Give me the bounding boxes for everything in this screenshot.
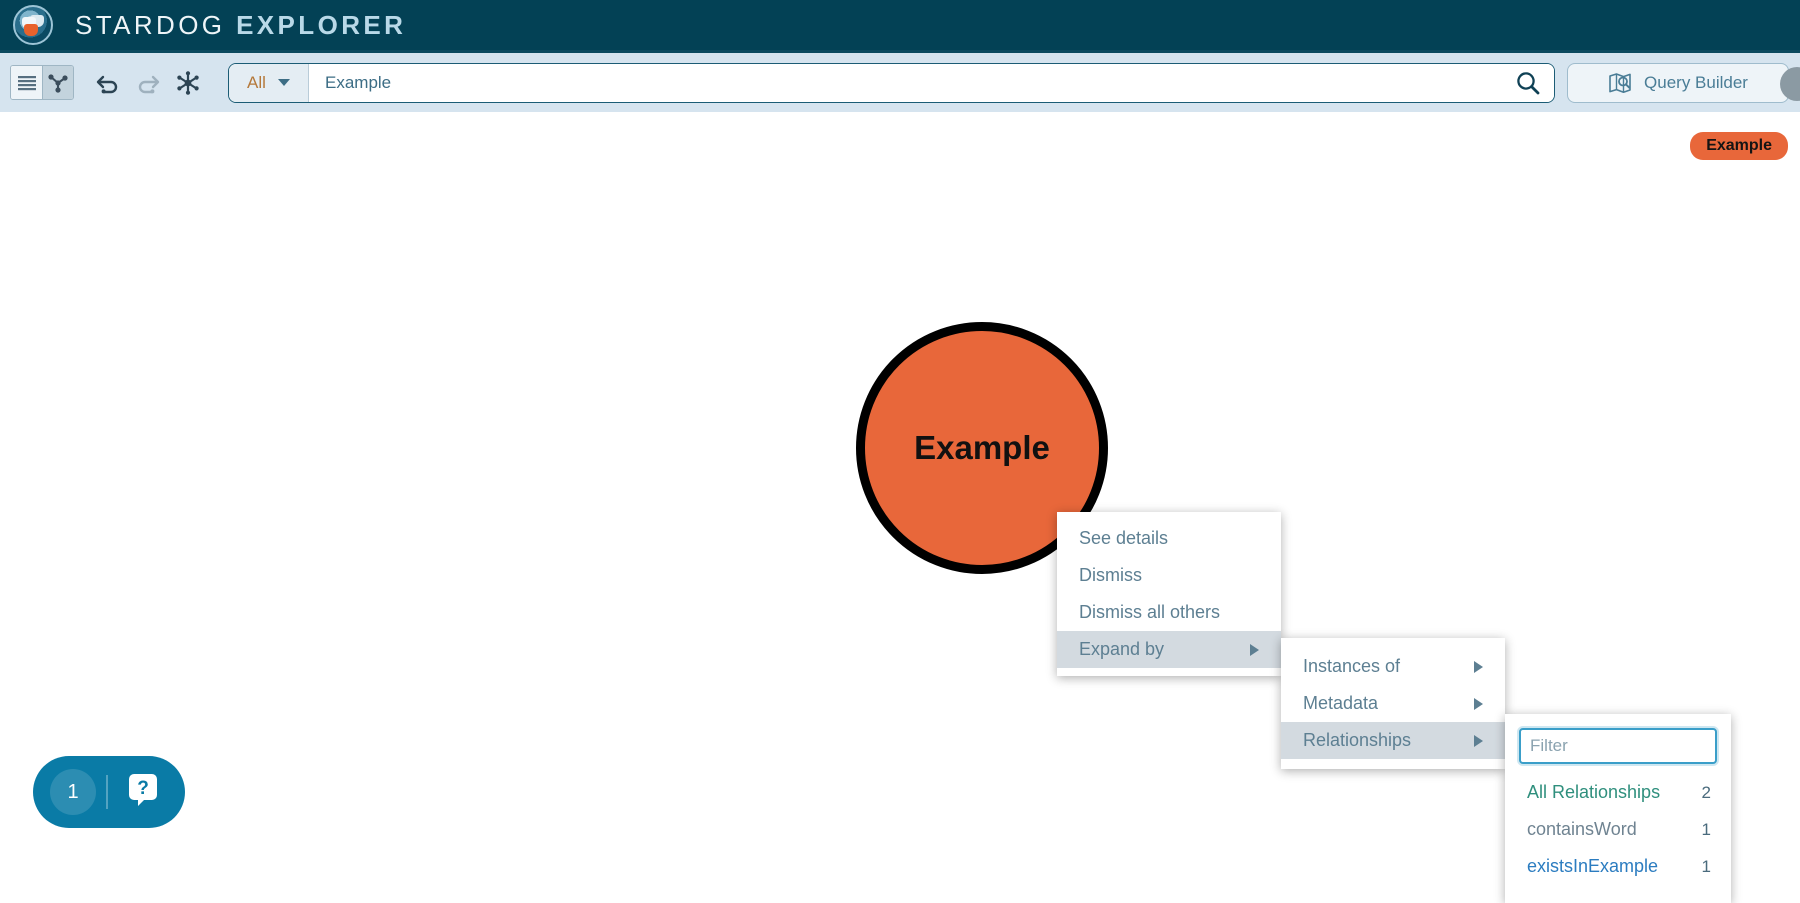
expand-by-submenu[interactable]: Instances of Metadata Relationships: [1281, 638, 1505, 769]
query-builder-button[interactable]: Query Builder: [1567, 62, 1789, 103]
graph-node-label: Example: [914, 429, 1050, 466]
relationship-count: 1: [1701, 819, 1711, 839]
chevron-down-icon: [277, 79, 290, 86]
context-menu-label: Expand by: [1079, 639, 1165, 659]
snowflake-glyph: [177, 70, 199, 95]
relationship-count: 1: [1701, 856, 1711, 876]
context-menu-label: Dismiss all others: [1079, 602, 1221, 622]
search-icon[interactable]: [1502, 63, 1554, 102]
magnifier-glyph: [1517, 71, 1540, 94]
submenu-label: Metadata: [1303, 693, 1379, 713]
svg-text:?: ?: [137, 778, 149, 799]
search-bar[interactable]: All: [228, 62, 1555, 103]
context-menu-item-expand-by[interactable]: Expand by: [1057, 631, 1281, 668]
view-mode-toggle[interactable]: [10, 65, 74, 100]
relationship-name: All Relationships: [1527, 782, 1661, 802]
search-scope-dropdown[interactable]: All: [229, 63, 309, 102]
undo-icon[interactable]: [90, 65, 126, 101]
chevron-right-icon: [1474, 660, 1483, 673]
relationship-name: containsWord: [1527, 819, 1637, 839]
list-view-icon[interactable]: [11, 66, 42, 99]
page-title: STARDOG EXPLORER: [75, 10, 406, 41]
context-menu-item-see-details[interactable]: See details: [1057, 520, 1281, 557]
chevron-right-icon: [1250, 643, 1259, 656]
relationship-name: existsInExample: [1527, 856, 1659, 876]
relationship-row-containsword[interactable]: containsWord 1: [1505, 811, 1731, 848]
app-header: STARDOG EXPLORER: [0, 0, 1800, 50]
relationship-filter-input[interactable]: [1519, 728, 1717, 764]
relationship-row-all[interactable]: All Relationships 2: [1505, 774, 1731, 811]
submenu-item-instances-of[interactable]: Instances of: [1281, 648, 1505, 685]
submenu-label: Relationships: [1303, 730, 1412, 750]
node-context-menu[interactable]: See details Dismiss Dismiss all others E…: [1057, 512, 1281, 676]
context-menu-item-dismiss-all-others[interactable]: Dismiss all others: [1057, 594, 1281, 631]
query-builder-label: Query Builder: [1644, 72, 1748, 92]
help-question-glyph: ?: [129, 773, 157, 806]
relationship-count: 2: [1701, 782, 1711, 802]
graph-canvas[interactable]: Example Example See details Dismiss Dism…: [0, 112, 1800, 903]
help-divider: [106, 775, 108, 809]
legend-badge-label: Example: [1706, 137, 1772, 154]
list-view-glyph: [17, 75, 36, 90]
graph-view-icon[interactable]: [42, 66, 73, 99]
stardog-logo-icon[interactable]: [13, 5, 53, 45]
submenu-label: Instances of: [1303, 656, 1401, 676]
help-notification-count: 1: [50, 769, 96, 815]
relationships-panel[interactable]: All Relationships 2 containsWord 1 exist…: [1505, 714, 1731, 903]
help-question-icon[interactable]: ?: [122, 769, 164, 816]
brand-name-bold: EXPLORER: [236, 9, 407, 40]
legend-badge[interactable]: Example: [1690, 132, 1788, 160]
context-menu-label: See details: [1079, 528, 1169, 548]
relationship-row-existsinexample[interactable]: existsInExample 1: [1505, 848, 1731, 885]
submenu-item-metadata[interactable]: Metadata: [1281, 685, 1505, 722]
context-menu-item-dismiss[interactable]: Dismiss: [1057, 557, 1281, 594]
submenu-item-relationships[interactable]: Relationships: [1281, 722, 1505, 759]
undo-glyph: [96, 75, 118, 93]
graph-view-glyph: [48, 73, 68, 93]
redo-icon[interactable]: [130, 65, 166, 101]
context-menu-label: Dismiss: [1079, 565, 1142, 585]
snowflake-layout-icon[interactable]: [170, 65, 206, 101]
redo-glyph: [138, 75, 160, 93]
chevron-right-icon: [1474, 697, 1483, 710]
search-input[interactable]: [309, 63, 1502, 102]
brand-name-main: STARDOG: [75, 9, 226, 40]
help-widget[interactable]: 1 ?: [33, 756, 185, 828]
search-scope-label: All: [247, 72, 266, 92]
toolbar: All Query Builder: [0, 50, 1800, 127]
query-builder-icon: [1609, 72, 1631, 93]
chevron-right-icon: [1474, 734, 1483, 747]
